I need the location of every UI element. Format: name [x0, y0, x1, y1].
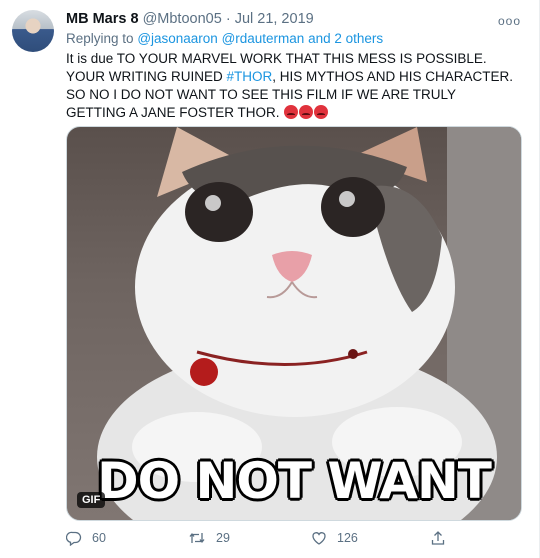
replying-to-label: Replying to — [66, 31, 134, 46]
separator-dot: · — [225, 11, 231, 27]
author-handle[interactable]: @Mbtoon05 — [143, 11, 222, 27]
avatar[interactable] — [12, 10, 54, 52]
reply-icon[interactable] — [66, 530, 82, 546]
replying-to: Replying to @jasonaaron @rdauterman and … — [66, 31, 383, 46]
tweet-date[interactable]: Jul 21, 2019 — [235, 11, 314, 27]
reply-count: 60 — [92, 531, 106, 545]
reply-others-link[interactable]: 2 others — [334, 31, 383, 46]
angry-face-icon — [299, 105, 314, 119]
hashtag-link[interactable]: #THOR — [227, 69, 273, 84]
reply-and: and — [308, 31, 331, 46]
angry-face-icon — [314, 105, 329, 119]
angry-face-icon — [284, 105, 299, 119]
retweet-count: 29 — [216, 531, 230, 545]
share-action[interactable] — [430, 530, 446, 546]
tweet-actions: 60 29 126 — [66, 530, 476, 550]
gif-badge: GIF — [77, 492, 106, 508]
reply-users-link[interactable]: @jasonaaron @rdauterman — [137, 31, 304, 46]
retweet-icon[interactable] — [188, 530, 206, 546]
share-icon[interactable] — [430, 530, 446, 546]
gif-caption: DO NOT WANT — [97, 452, 492, 510]
tweet-header: MB Mars 8 @Mbtoon05 · Jul 21, 2019 — [66, 11, 314, 27]
reply-action[interactable]: 60 — [66, 530, 106, 546]
heart-icon[interactable] — [311, 530, 327, 546]
more-options-icon[interactable]: ooo — [498, 14, 521, 28]
tweet[interactable]: MB Mars 8 @Mbtoon05 · Jul 21, 2019 ooo R… — [0, 0, 540, 558]
author-name[interactable]: MB Mars 8 — [66, 11, 139, 27]
retweet-action[interactable]: 29 — [188, 530, 230, 546]
like-count: 126 — [337, 531, 358, 545]
tweet-text: It is due TO YOUR MARVEL WORK THAT THIS … — [66, 50, 516, 122]
gif-media[interactable]: DO NOT WANT GIF — [66, 126, 522, 521]
like-action[interactable]: 126 — [311, 530, 358, 546]
